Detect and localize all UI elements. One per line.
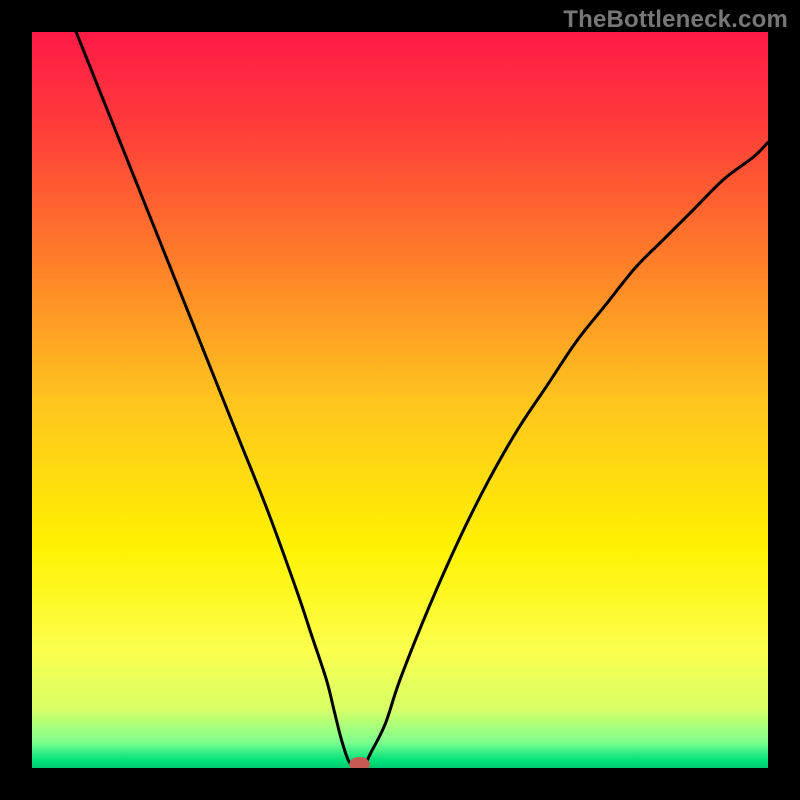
outer-black-frame: TheBottleneck.com <box>0 0 800 800</box>
gradient-background <box>32 32 768 768</box>
chart-svg <box>32 32 768 768</box>
chart-plot-area <box>32 32 768 768</box>
watermark-text: TheBottleneck.com <box>563 6 788 34</box>
